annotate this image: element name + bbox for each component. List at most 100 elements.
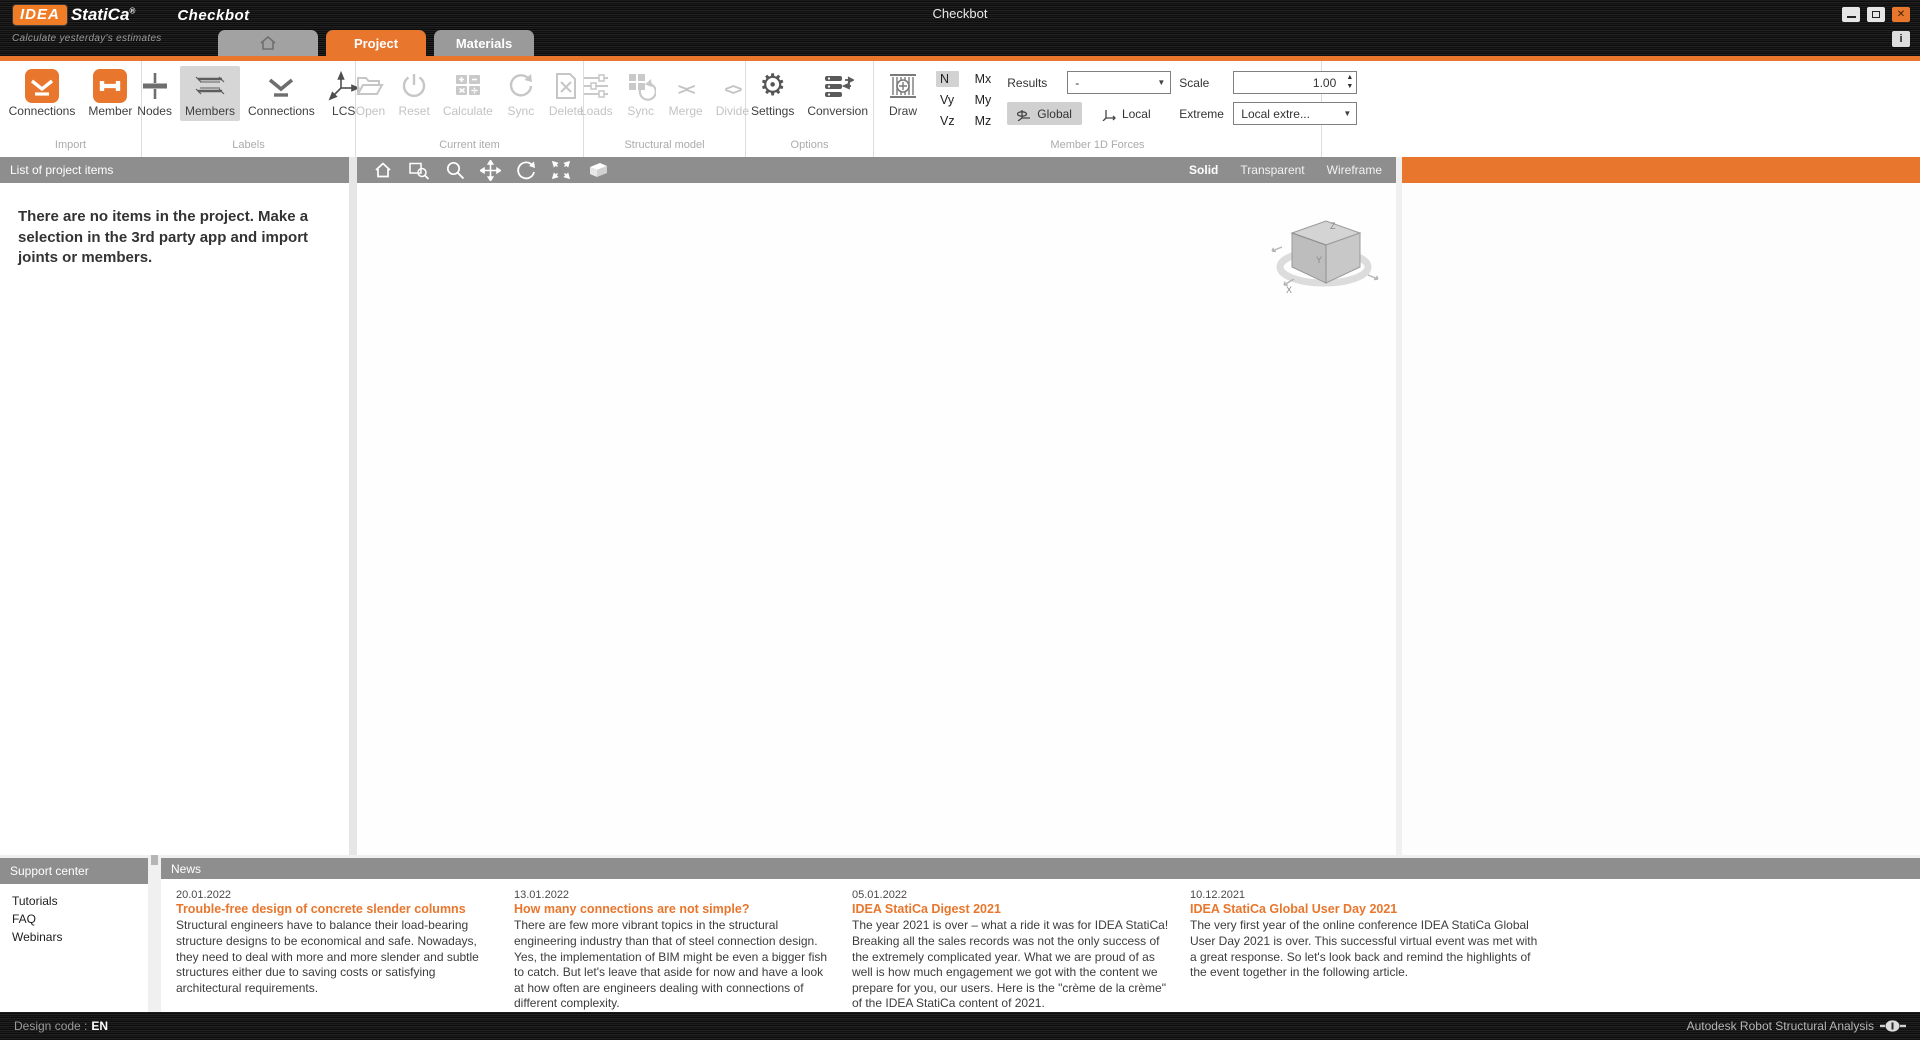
news-date: 10.12.2021	[1190, 889, 1545, 901]
ribbon-group-labels: Nodes Members Connections	[142, 61, 356, 157]
news-panel: News 20.01.2022 Trouble-free design of c…	[161, 858, 1920, 1012]
local-toggle[interactable]: Local	[1092, 102, 1161, 125]
labels-nodes-button[interactable]: Nodes	[132, 66, 177, 121]
tab-materials[interactable]: Materials	[434, 30, 534, 56]
group-caption-options: Options	[754, 136, 865, 155]
mode-solid[interactable]: Solid	[1189, 163, 1218, 177]
link-webinars[interactable]: Webinars	[12, 930, 148, 944]
cube-axis-x: X	[1286, 285, 1292, 295]
news-item: 20.01.2022 Trouble-free design of concre…	[176, 889, 498, 1012]
minimize-button[interactable]	[1842, 7, 1860, 22]
project-items-panel: List of project items There are no items…	[0, 157, 349, 855]
labels-members-button[interactable]: Members	[180, 66, 240, 121]
pan-icon[interactable]	[480, 160, 501, 181]
results-label: Results	[1007, 76, 1059, 90]
zoom-extents-icon[interactable]	[551, 160, 571, 180]
window-controls: ✕	[1842, 7, 1910, 22]
conversion-button[interactable]: Conversion	[802, 66, 873, 121]
force-my-toggle[interactable]: My	[971, 92, 996, 108]
calculate-button[interactable]: Calculate	[438, 66, 498, 121]
draw-button[interactable]: Draw	[882, 66, 924, 121]
force-vy-toggle[interactable]: Vy	[936, 92, 959, 108]
news-date: 05.01.2022	[852, 889, 1174, 901]
news-title-link[interactable]: Trouble-free design of concrete slender …	[176, 902, 498, 916]
ribbon-group-current-item: Open Reset Calculate	[356, 61, 584, 157]
import-connections-button[interactable]: Connections	[4, 66, 81, 121]
sync-item-button[interactable]: Sync	[501, 66, 541, 121]
empty-project-message: There are no items in the project. Make …	[18, 207, 323, 269]
tab-project[interactable]: Project	[326, 30, 426, 56]
scale-spinner[interactable]: ▲▼	[1346, 73, 1353, 91]
info-button[interactable]: i	[1892, 31, 1910, 47]
left-splitter[interactable]	[349, 157, 357, 855]
settings-button[interactable]: ⚙ Settings	[746, 66, 799, 121]
group-caption-import: Import	[8, 136, 133, 155]
cube-axis-y: Y	[1316, 255, 1322, 265]
maximize-button[interactable]	[1867, 7, 1885, 22]
force-mz-toggle[interactable]: Mz	[971, 113, 996, 129]
mode-transparent[interactable]: Transparent	[1240, 163, 1304, 177]
navigation-cube[interactable]: Z Y X	[1270, 205, 1382, 297]
close-button[interactable]: ✕	[1892, 7, 1910, 22]
draw-forces-icon	[887, 68, 919, 104]
title-bar: Checkbot IDEA StatiCa® Checkbot Calculat…	[0, 0, 1920, 56]
merge-button[interactable]: >< Merge	[664, 66, 708, 121]
calculate-icon	[453, 68, 483, 104]
news-title-link[interactable]: IDEA StatiCa Digest 2021	[852, 902, 1174, 916]
results-dropdown[interactable]: - ▼	[1067, 71, 1171, 94]
ribbon-filler	[1322, 61, 1920, 157]
news-title-link[interactable]: How many connections are not simple?	[514, 902, 836, 916]
group-caption-current-item: Current item	[364, 136, 575, 155]
bottom-splitter[interactable]	[148, 858, 161, 1012]
force-controls: Results - ▼ Scale 1.00 ▲▼ Global	[1007, 66, 1357, 125]
ribbon-group-import: Connections Member Import	[0, 61, 142, 157]
app-name: Checkbot	[177, 7, 249, 24]
sync-model-button[interactable]: Sync	[621, 66, 661, 121]
link-tutorials[interactable]: Tutorials	[12, 894, 148, 908]
chevron-down-icon: ▼	[1157, 78, 1165, 87]
loads-button[interactable]: Loads	[575, 66, 618, 121]
support-center-panel: Support center Tutorials FAQ Webinars	[0, 858, 148, 1012]
news-date: 13.01.2022	[514, 889, 836, 901]
local-axes-icon	[1102, 107, 1117, 121]
news-body: There are few more vibrant topics in the…	[514, 918, 836, 1012]
import-member-button[interactable]: Member	[83, 66, 137, 121]
force-mx-toggle[interactable]: Mx	[971, 71, 996, 87]
reset-button[interactable]: Reset	[393, 66, 434, 121]
bim-link-status: Autodesk Robot Structural Analysis	[1687, 1019, 1906, 1033]
cube-axis-z: Z	[1330, 221, 1336, 231]
news-date: 20.01.2022	[176, 889, 498, 901]
project-items-header: List of project items	[0, 157, 349, 183]
import-member-icon	[93, 69, 127, 103]
viewport-canvas[interactable]: Z Y X	[357, 183, 1396, 855]
force-vz-toggle[interactable]: Vz	[936, 113, 959, 129]
statica-logo: StatiCa®	[71, 5, 135, 25]
ribbon: Connections Member Import Nodes	[0, 61, 1920, 157]
idea-logo: IDEA	[12, 4, 68, 26]
tab-strip: Project Materials	[218, 30, 534, 56]
rotate-view-icon[interactable]	[516, 160, 536, 180]
scale-input[interactable]: 1.00 ▲▼	[1233, 71, 1357, 94]
force-n-toggle[interactable]: N	[936, 71, 959, 87]
ribbon-group-options: ⚙ Settings Conversion Options	[746, 61, 874, 157]
link-faq[interactable]: FAQ	[12, 912, 148, 926]
news-body: Structural engineers have to balance the…	[176, 918, 498, 996]
open-button[interactable]: Open	[350, 66, 390, 121]
news-item: 10.12.2021 IDEA StatiCa Global User Day …	[1190, 889, 1545, 1012]
labels-connections-button[interactable]: Connections	[243, 66, 320, 121]
design-code: Design code :EN	[14, 1019, 108, 1033]
global-toggle[interactable]: Global	[1007, 102, 1082, 125]
extreme-dropdown[interactable]: Local extre... ▼	[1233, 102, 1357, 125]
connections-label-icon	[266, 68, 296, 104]
loads-sliders-icon	[581, 68, 611, 104]
news-title-link[interactable]: IDEA StatiCa Global User Day 2021	[1190, 902, 1545, 916]
news-item: 05.01.2022 IDEA StatiCa Digest 2021 The …	[852, 889, 1174, 1012]
solid-box-icon[interactable]	[586, 161, 610, 179]
home-view-icon[interactable]	[373, 160, 393, 180]
zoom-window-icon[interactable]	[408, 160, 430, 180]
ribbon-group-structural-model: Loads Sync >< Merge <>	[584, 61, 746, 157]
mode-wireframe[interactable]: Wireframe	[1327, 163, 1382, 177]
maximize-icon	[1872, 11, 1880, 18]
tab-home[interactable]	[218, 30, 318, 56]
zoom-icon[interactable]	[445, 160, 465, 180]
